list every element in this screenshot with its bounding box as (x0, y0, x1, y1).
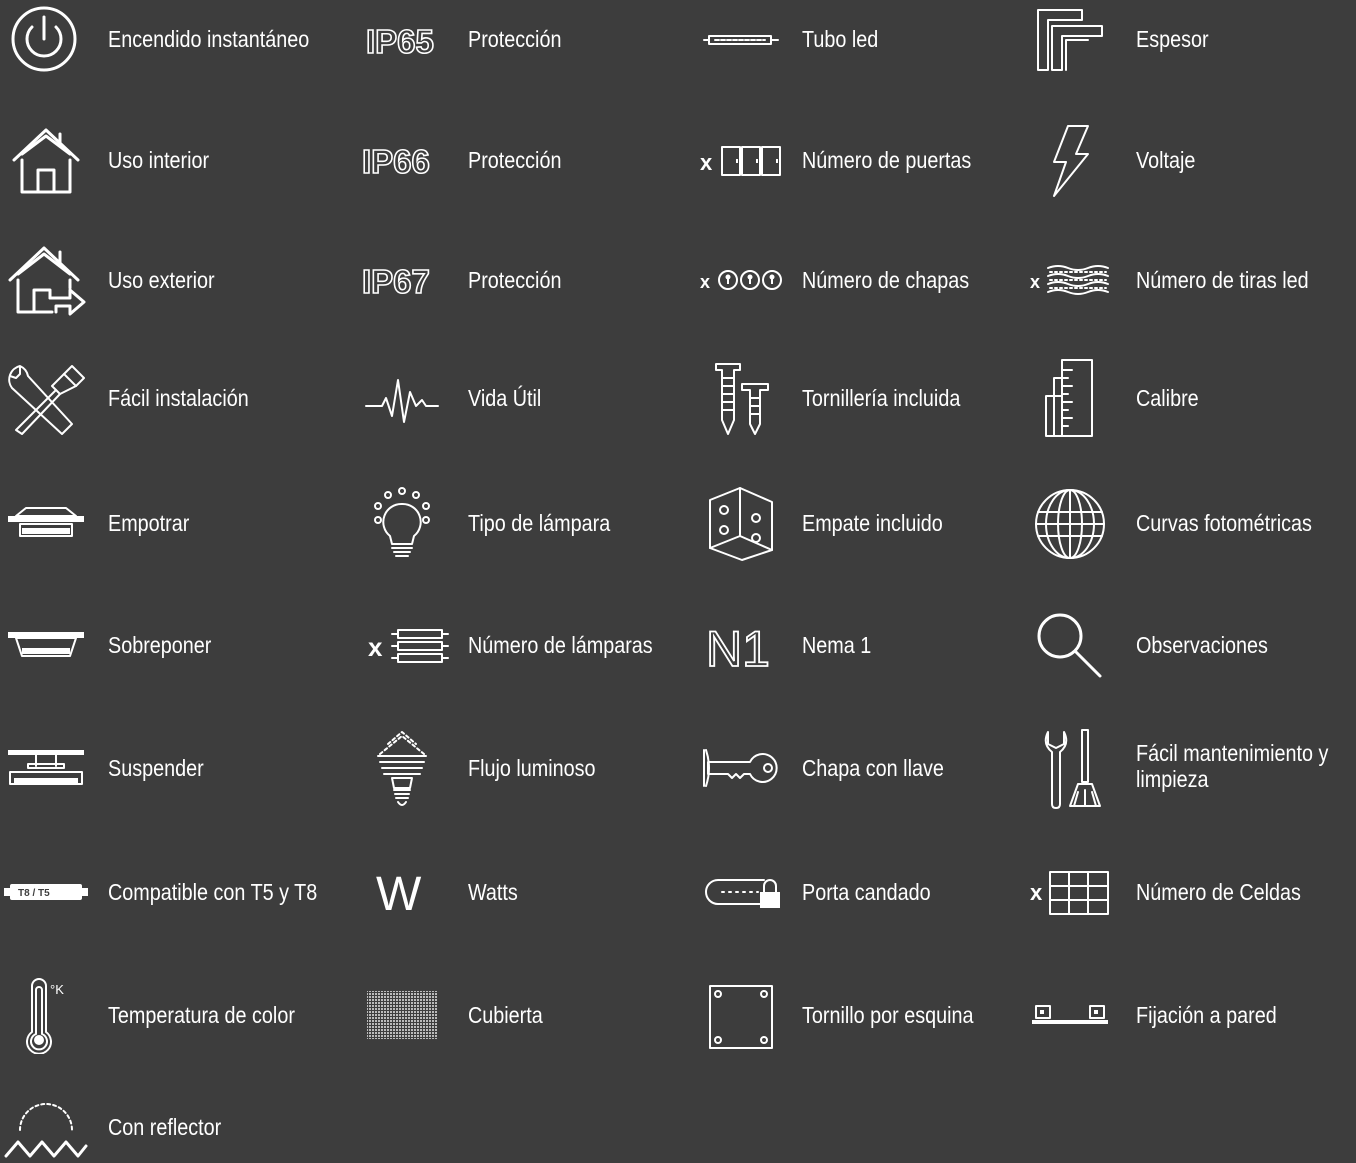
feature-label: Fácil instalación (108, 385, 249, 411)
suspended-mount-icon (8, 750, 84, 785)
feature-label: Tornillería incluida (802, 385, 961, 411)
feature-label: Número de Celdas (1136, 879, 1301, 905)
locks-count-icon: x (700, 270, 782, 292)
feature-label: Empate incluido (802, 510, 943, 536)
reflector-icon (4, 1103, 88, 1158)
thermometer-icon: °K (26, 978, 64, 1054)
svg-text:x: x (700, 150, 713, 175)
feature-label: Con reflector (108, 1114, 222, 1140)
recessed-mount-icon (8, 507, 84, 537)
feature-label: Protección (468, 267, 562, 293)
feature-label: Chapa con llave (802, 755, 944, 781)
feature-label: Temperatura de color (108, 1002, 295, 1028)
feature-label: Vida Útil (468, 385, 542, 411)
photometric-globe-icon (1035, 489, 1105, 559)
joint-bracket-icon (709, 487, 773, 561)
feature-label: Uso interior (108, 147, 210, 173)
feature-label: Tornillo por esquina (802, 1002, 974, 1028)
lamps-count-icon: x (368, 629, 449, 663)
feature-label: Tipo de lámpara (468, 510, 611, 536)
feature-label: Observaciones (1136, 632, 1268, 658)
power-icon (11, 6, 77, 72)
lifespan-pulse-icon (365, 379, 439, 423)
tools-icon (8, 365, 85, 435)
ip66-icon: IP66 (362, 142, 431, 180)
svg-text:°K: °K (50, 982, 64, 997)
padlock-holder-icon (705, 879, 780, 908)
feature-label: Flujo luminoso (468, 755, 596, 781)
feature-label: Número de puertas (802, 147, 972, 173)
thickness-icon (1037, 9, 1103, 71)
svg-text:x: x (1030, 880, 1043, 905)
doors-count-icon: x (700, 146, 781, 176)
corner-screws-icon (709, 985, 773, 1049)
cells-grid-icon: x (1030, 871, 1109, 915)
led-strips-count-icon: x (1030, 265, 1109, 295)
led-tube-icon (703, 35, 779, 45)
surface-mount-icon (8, 632, 84, 657)
key-icon (703, 749, 778, 787)
feature-label: Calibre (1136, 385, 1199, 411)
svg-text:IP66: IP66 (362, 143, 430, 180)
svg-text:IP67: IP67 (362, 263, 430, 300)
lightning-icon (1053, 125, 1089, 197)
t5-t8-tube-icon: T8 / T5 (4, 884, 88, 900)
cover-mesh-icon (367, 991, 437, 1039)
watts-icon: W (376, 870, 422, 916)
feature-label: Espesor (1136, 26, 1209, 52)
wall-mount-icon (1032, 1005, 1108, 1024)
feature-label: Fácil mantenimiento y limpieza (1136, 740, 1329, 792)
screws-icon (715, 363, 769, 435)
cfl-bulb-icon (377, 731, 427, 806)
ip65-icon: IP65 (366, 22, 435, 60)
svg-text:T8 / T5: T8 / T5 (18, 888, 50, 899)
magnifier-icon (1037, 613, 1102, 678)
feature-label: Número de tiras led (1136, 267, 1309, 293)
feature-label: Encendido instantáneo (108, 26, 310, 52)
feature-label: Empotrar (108, 510, 190, 536)
feature-label: Suspender (108, 755, 204, 781)
svg-text:IP65: IP65 (366, 23, 434, 60)
svg-text:W: W (376, 870, 422, 916)
feature-label: Tubo led (802, 26, 879, 52)
svg-text:x: x (1030, 272, 1040, 292)
gauge-ruler-icon (1045, 359, 1093, 437)
feature-label: Fijación a pared (1136, 1002, 1277, 1028)
bulb-icon (374, 487, 430, 557)
feature-label: Nema 1 (802, 632, 872, 658)
ip67-icon: IP67 (362, 262, 431, 300)
feature-label: Número de chapas (802, 267, 970, 293)
nema1-icon: N1 (706, 620, 771, 672)
feature-label: Compatible con T5 y T8 (108, 879, 318, 905)
feature-label: Curvas fotométricas (1136, 510, 1312, 536)
feature-label: Protección (468, 147, 562, 173)
feature-label: Sobreponer (108, 632, 212, 658)
feature-label: Cubierta (468, 1002, 543, 1028)
svg-text:x: x (700, 272, 710, 292)
feature-label: Uso exterior (108, 267, 215, 293)
feature-label: Porta candado (802, 879, 931, 905)
wrench-brush-icon (1044, 729, 1101, 809)
svg-text:N1: N1 (706, 621, 770, 672)
feature-label: Voltaje (1136, 147, 1196, 173)
svg-text:x: x (368, 632, 383, 662)
feature-label: Número de lámparas (468, 632, 653, 658)
outdoor-house-icon (8, 246, 86, 316)
feature-label: Protección (468, 26, 562, 52)
indoor-house-icon (12, 128, 80, 194)
feature-label: Watts (468, 879, 518, 905)
